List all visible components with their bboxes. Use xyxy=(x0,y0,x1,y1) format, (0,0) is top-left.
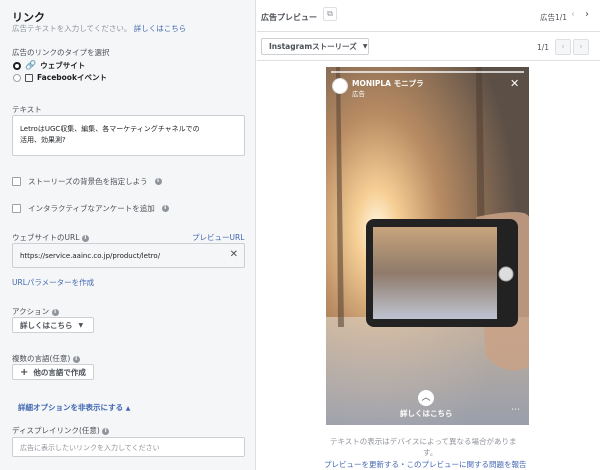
url-label: ウェブサイトのURL xyxy=(12,233,80,242)
next-ad-icon[interactable]: › xyxy=(585,9,589,20)
story-bg-label: ストーリーズの背景色を指定しよう xyxy=(28,177,148,186)
radio-website[interactable]: 🔗 ウェブサイト xyxy=(13,60,85,71)
ad-creative-panel: リンク 広告テキストを入力してください。 詳しくはこちら 広告のリンクのタイプを… xyxy=(0,0,256,470)
caret-down-icon: ▼ xyxy=(78,321,84,329)
caret-up-icon: ▲ xyxy=(125,405,131,412)
action-value: 詳しくはこちら xyxy=(20,320,73,330)
clear-icon[interactable]: ✕ xyxy=(230,249,238,260)
subtitle-text: 広告テキストを入力してください。 xyxy=(12,24,132,33)
add-language-button[interactable]: + 他の言語で作成 xyxy=(12,364,94,380)
story-image xyxy=(326,67,529,425)
caret-down-icon: ▼ xyxy=(362,43,368,50)
link-type-label: 広告のリンクのタイプを選択 xyxy=(12,48,110,57)
radio-label: Facebookイベント xyxy=(37,73,107,82)
website-url-input[interactable]: https://service.aainc.co.jp/product/letr… xyxy=(12,243,245,268)
story-bg-checkbox[interactable] xyxy=(12,177,21,186)
poll-label: インタラクティブなアンケートを追加 xyxy=(28,204,155,213)
display-link-label: ディスプレイリンク(任意) xyxy=(12,426,100,435)
display-link-label-row: ディスプレイリンク(任意) i xyxy=(12,425,110,436)
divider xyxy=(257,60,600,61)
info-icon[interactable]: i xyxy=(51,308,59,316)
action-dropdown[interactable]: 詳しくはこちら ▼ xyxy=(12,317,94,333)
info-icon[interactable]: i xyxy=(161,205,169,212)
open-external-icon[interactable]: ⧉ xyxy=(323,7,337,21)
radio-button[interactable] xyxy=(13,73,21,82)
display-link-input[interactable]: 広告に表示したいリンクを入力してください xyxy=(12,437,245,457)
action-label-row: アクション i xyxy=(12,306,59,317)
story-cta[interactable]: 詳しくはこちら xyxy=(400,408,453,419)
preview-footer-links[interactable]: プレビューを更新する・このプレビューに関する問題を報告 xyxy=(324,459,527,470)
next-placement-button[interactable]: › xyxy=(573,39,589,55)
plus-icon: + xyxy=(20,366,29,378)
story-bg-option[interactable]: ストーリーズの背景色を指定しよう i xyxy=(12,176,162,187)
prev-ad-icon[interactable]: ‹ xyxy=(571,9,575,20)
info-icon[interactable]: i xyxy=(72,355,80,363)
story-preview: MONIPLA モニプラ 広告 ✕ ︿ 詳しくはこちら ⋯ xyxy=(326,67,529,425)
url-value: https://service.aainc.co.jp/product/letr… xyxy=(20,252,161,260)
poll-checkbox[interactable] xyxy=(12,204,21,213)
calendar-icon xyxy=(25,73,33,82)
url-params-link[interactable]: URLパラメーターを作成 xyxy=(12,277,94,288)
ad-page-count: 広告1/1 xyxy=(540,13,568,22)
close-icon[interactable]: ✕ xyxy=(510,77,519,90)
add-language-label: 他の言語で作成 xyxy=(33,367,86,377)
info-icon[interactable]: i xyxy=(154,178,162,185)
sponsored-label: 広告 xyxy=(352,90,365,98)
multi-lang-label-row: 複数の言語(任意) i xyxy=(12,353,80,364)
preview-title: 広告プレビュー xyxy=(261,13,317,22)
ad-text-input[interactable]: LetroはUGC収集、編集、各マーケティングチャネルでの 活用、効果測? xyxy=(12,115,245,156)
link-icon: 🔗 xyxy=(25,60,37,71)
learn-more-link[interactable]: 詳しくはこちら xyxy=(134,24,187,33)
disclaimer-text: テキストの表示はデバイスによって異なる場合がありま xyxy=(330,437,517,446)
advanced-toggle-label: 詳細オプションを非表示にする xyxy=(18,403,124,412)
prev-placement-button[interactable]: ‹ xyxy=(555,39,571,55)
text-line: LetroはUGC収集、編集、各マーケティングチャネルでの xyxy=(20,125,200,133)
placement-count: 1/1 xyxy=(537,43,550,52)
section-subtitle: 広告テキストを入力してください。 詳しくはこちら xyxy=(12,23,186,34)
preview-url-link[interactable]: プレビューURL xyxy=(192,232,244,243)
disclaimer-text-2: す。 xyxy=(423,448,438,457)
info-icon[interactable]: i xyxy=(102,427,110,435)
poll-option[interactable]: インタラクティブなアンケートを追加 i xyxy=(12,203,169,214)
story-progress-bar xyxy=(331,71,524,73)
more-icon[interactable]: ⋯ xyxy=(511,405,520,415)
placement-value: Instagramストーリーズ xyxy=(269,42,357,51)
avatar xyxy=(332,78,348,94)
advanced-options-toggle[interactable]: 詳細オプションを非表示にする ▲ xyxy=(18,402,130,413)
text-line: 活用、効果測? xyxy=(20,136,66,144)
radio-facebook-event[interactable]: Facebookイベント xyxy=(13,72,107,83)
action-label: アクション xyxy=(12,307,50,316)
display-link-placeholder: 広告に表示したいリンクを入力してください xyxy=(20,444,160,452)
radio-button[interactable] xyxy=(13,61,21,70)
placement-dropdown[interactable]: Instagramストーリーズ ▼ xyxy=(261,38,369,55)
radio-label: ウェブサイト xyxy=(40,61,86,70)
url-label-row: ウェブサイトのURL i xyxy=(12,232,89,243)
info-icon[interactable]: i xyxy=(81,234,89,242)
text-label: テキスト xyxy=(12,105,42,114)
multi-lang-label: 複数の言語(任意) xyxy=(12,354,71,363)
chevron-up-icon[interactable]: ︿ xyxy=(418,390,434,406)
